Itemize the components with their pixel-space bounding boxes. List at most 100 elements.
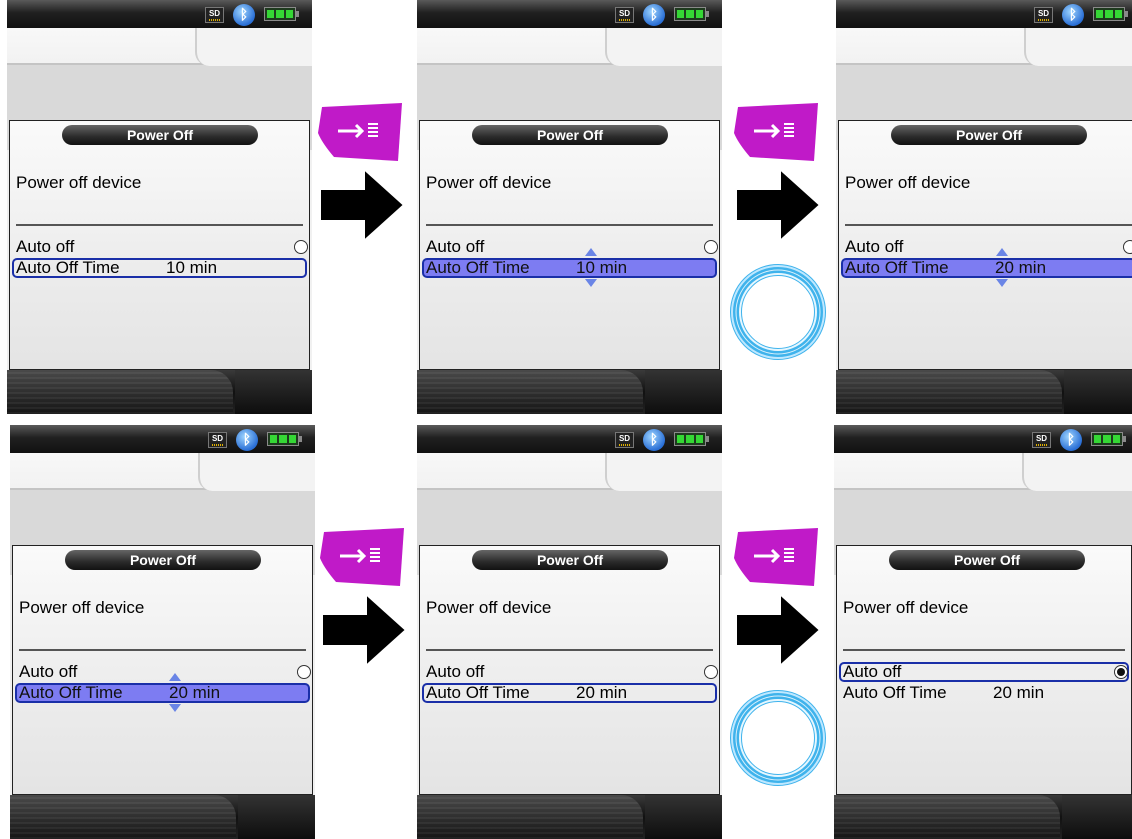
active-tab[interactable]: [195, 28, 312, 66]
menu-title: Power Off: [65, 550, 261, 570]
menu-panel: Power Off Power off device Auto off Auto…: [9, 120, 310, 370]
tab-area: [7, 28, 312, 150]
auto-off-time-value[interactable]: 20 min: [993, 683, 1044, 703]
right-arrow-icon: [732, 165, 822, 245]
menu-heading: Power off device: [845, 173, 971, 192]
sd-card-icon: SD: [1032, 432, 1051, 448]
spin-down-icon[interactable]: [169, 704, 181, 712]
active-tab[interactable]: [1024, 28, 1132, 66]
divider: [19, 649, 306, 651]
menu-panel: Power Off Power off device Auto off Auto…: [836, 545, 1132, 795]
auto-off-row[interactable]: Auto off: [422, 237, 718, 257]
softkey-left[interactable]: [417, 795, 643, 839]
auto-off-radio[interactable]: [297, 665, 311, 679]
softkey-bar: [417, 370, 722, 414]
auto-off-row[interactable]: Auto off: [15, 662, 311, 682]
auto-off-time-value[interactable]: 20 min: [169, 684, 220, 701]
softkey-right[interactable]: [645, 370, 722, 414]
active-tab[interactable]: [198, 453, 315, 491]
battery-icon: [674, 7, 709, 21]
menu-panel: Power Off Power off device Auto off Auto…: [419, 120, 720, 370]
auto-off-time-value[interactable]: 10 min: [576, 259, 627, 276]
auto-off-time-label: Auto Off Time: [19, 683, 123, 702]
softkey-left[interactable]: [10, 795, 236, 839]
spin-down-icon[interactable]: [585, 279, 597, 287]
spin-up-icon[interactable]: [585, 248, 597, 256]
auto-off-row[interactable]: Auto off: [422, 662, 718, 682]
auto-off-time-row[interactable]: Auto Off Time 10 min: [422, 258, 717, 278]
auto-off-time-row[interactable]: Auto Off Time 20 min: [839, 683, 1129, 703]
softkey-left[interactable]: [7, 370, 233, 414]
tab-area: [10, 453, 315, 575]
softkey-right[interactable]: [1062, 795, 1132, 839]
menu-title: Power Off: [472, 550, 668, 570]
status-bar: SD ᛒ: [7, 0, 312, 28]
bluetooth-icon: ᛒ: [1060, 429, 1082, 451]
softkey-right[interactable]: [235, 370, 312, 414]
auto-off-radio[interactable]: [1114, 665, 1128, 679]
auto-off-radio[interactable]: [704, 240, 718, 254]
battery-icon: [674, 432, 709, 446]
enter-key-button[interactable]: [732, 103, 822, 163]
divider: [845, 224, 1132, 226]
rotary-wheel-icon[interactable]: [728, 262, 828, 362]
auto-off-time-row[interactable]: Auto Off Time 20 min: [422, 683, 717, 703]
softkey-left[interactable]: [417, 370, 643, 414]
device-screen-3: SD ᛒ Power Off Power off device Auto off…: [836, 0, 1132, 414]
tab-area: [834, 453, 1132, 575]
spin-up-icon[interactable]: [996, 248, 1008, 256]
sd-card-icon: SD: [615, 432, 634, 448]
softkey-left[interactable]: [834, 795, 1060, 839]
device-screen-2: SD ᛒ Power Off Power off device Auto off…: [417, 0, 722, 414]
active-tab[interactable]: [605, 28, 722, 66]
auto-off-time-value[interactable]: 20 min: [576, 684, 627, 701]
auto-off-radio[interactable]: [294, 240, 308, 254]
auto-off-time-label: Auto Off Time: [426, 258, 530, 277]
spin-down-icon[interactable]: [996, 279, 1008, 287]
tab-area: [417, 28, 722, 150]
menu-heading: Power off device: [426, 173, 552, 192]
auto-off-row[interactable]: Auto off: [841, 237, 1132, 257]
menu-title: Power Off: [472, 125, 668, 145]
auto-off-time-row[interactable]: Auto Off Time 20 min: [841, 258, 1132, 278]
active-tab[interactable]: [605, 453, 722, 491]
softkey-bar: [417, 795, 722, 839]
auto-off-time-row[interactable]: Auto Off Time 20 min: [15, 683, 310, 703]
divider: [843, 649, 1125, 651]
battery-icon: [1093, 7, 1128, 21]
sd-card-icon: SD: [615, 7, 634, 23]
auto-off-label: Auto off: [843, 662, 902, 681]
auto-off-time-value[interactable]: 10 min: [166, 259, 217, 276]
bluetooth-icon: ᛒ: [643, 429, 665, 451]
active-tab[interactable]: [1022, 453, 1132, 491]
enter-key-button[interactable]: [732, 528, 822, 588]
bluetooth-icon: ᛒ: [643, 4, 665, 26]
right-arrow-icon: [318, 590, 408, 670]
auto-off-time-value[interactable]: 20 min: [995, 259, 1046, 276]
status-bar: SD ᛒ: [10, 425, 315, 453]
softkey-left[interactable]: [836, 370, 1062, 414]
status-bar: SD ᛒ: [417, 425, 722, 453]
menu-title: Power Off: [891, 125, 1087, 145]
auto-off-row[interactable]: Auto off: [12, 237, 308, 257]
menu-panel: Power Off Power off device Auto off Auto…: [12, 545, 313, 795]
softkey-right[interactable]: [1064, 370, 1132, 414]
softkey-right[interactable]: [238, 795, 315, 839]
right-arrow-icon: [732, 590, 822, 670]
enter-key-button[interactable]: [318, 528, 408, 588]
bluetooth-icon: ᛒ: [233, 4, 255, 26]
device-screen-5: SD ᛒ Power Off Power off device Auto off…: [417, 425, 722, 839]
auto-off-label: Auto off: [19, 662, 78, 681]
enter-key-button[interactable]: [316, 103, 406, 163]
auto-off-radio[interactable]: [1123, 240, 1132, 254]
softkey-right[interactable]: [645, 795, 722, 839]
battery-icon: [1091, 432, 1126, 446]
rotary-wheel-icon[interactable]: [728, 688, 828, 788]
device-screen-6: SD ᛒ Power Off Power off device Auto off…: [834, 425, 1132, 839]
auto-off-row[interactable]: Auto off: [839, 662, 1129, 682]
sd-card-icon: SD: [1034, 7, 1053, 23]
auto-off-time-row[interactable]: Auto Off Time 10 min: [12, 258, 307, 278]
divider: [16, 224, 303, 226]
auto-off-radio[interactable]: [704, 665, 718, 679]
spin-up-icon[interactable]: [169, 673, 181, 681]
